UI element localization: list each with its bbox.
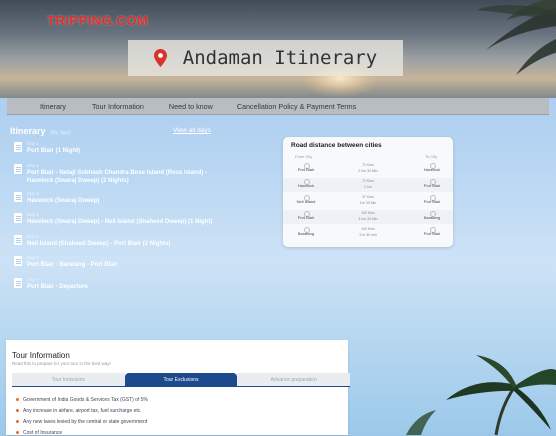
to-city: Havelock bbox=[423, 167, 441, 172]
day-title: Port Blair - Baratang - Port Blair bbox=[27, 262, 118, 268]
top-nav: Itinerary Tour Information Need to know … bbox=[7, 98, 549, 115]
distance-row: Havelock 72 Kms 2 hrs Port Blair bbox=[283, 178, 453, 192]
day-label: Day 6 bbox=[27, 255, 39, 260]
exclusion-item: Government of India Goods & Services Tax… bbox=[16, 397, 148, 403]
from-city: Neil Island bbox=[296, 199, 316, 204]
itinerary-heading: Itinerary (by day) bbox=[10, 126, 70, 136]
tab-tour-inclusions[interactable]: Tour Inclusions bbox=[12, 373, 125, 386]
itinerary-title: Itinerary bbox=[10, 126, 46, 136]
day-title: Neil Island (Shaheed Dweep) - Port Blair… bbox=[27, 241, 171, 247]
exclusion-text: Any increase in airfare, airport tax, fu… bbox=[23, 408, 142, 414]
day-title: Port Blair - Netaji Subhash Chandra Bose… bbox=[27, 170, 208, 184]
tour-information-title: Tour Information bbox=[12, 351, 70, 360]
tab-advance-preparation[interactable]: Advance preparation bbox=[237, 373, 351, 386]
distance-km: 100 Kms bbox=[361, 211, 375, 215]
exclusion-item: Any new taxes levied by the central or s… bbox=[16, 419, 147, 425]
nav-need-to-know[interactable]: Need to know bbox=[169, 102, 213, 111]
distance-km: 37 Kms bbox=[362, 195, 374, 199]
road-distance-card: Road distance between cities From City T… bbox=[283, 137, 453, 247]
travel-time: 2 hrs bbox=[364, 185, 372, 189]
day-label: Day 1 bbox=[27, 141, 39, 146]
bullet-icon bbox=[16, 431, 19, 435]
palm-tree-image bbox=[406, 355, 556, 435]
document-icon bbox=[14, 142, 22, 152]
travel-time: 2 hrs 30 Min bbox=[358, 169, 378, 173]
day-title: Port Blair (1 Night) bbox=[27, 148, 81, 154]
travel-time: 3 hrs 30 Min bbox=[358, 217, 378, 221]
itinerary-subtitle: (by day) bbox=[50, 130, 71, 136]
tour-information-card: Tour Information Read this to prepare fo… bbox=[6, 340, 351, 436]
distance-row: Port Blair 72 Kms 2 hrs 30 Min Havelock bbox=[283, 162, 453, 176]
tab-underline bbox=[12, 386, 350, 387]
document-icon bbox=[14, 192, 22, 202]
day-label: Day 2 bbox=[27, 163, 39, 168]
exclusion-item: Any increase in airfare, airport tax, fu… bbox=[16, 408, 142, 414]
distance-row: Neil Island 37 Kms 1hr 30 Min Port Blair bbox=[283, 194, 453, 208]
distance-row: Baratang 100 Kms 3 hr 30 min Port Blair bbox=[283, 226, 453, 240]
from-city: Port Blair bbox=[297, 167, 315, 172]
distance-row: Port Blair 100 Kms 3 hrs 30 Min Baratang bbox=[283, 210, 453, 224]
from-city: Port Blair bbox=[297, 215, 315, 220]
document-icon bbox=[14, 256, 22, 266]
from-city: Baratang bbox=[297, 231, 315, 236]
hero-title-box: Andaman Itinerary bbox=[128, 40, 403, 76]
exclusion-text: Cost of Insurance bbox=[23, 430, 63, 436]
day-title: Havelock (Swaraj Dweep) - Neil Island (S… bbox=[27, 219, 213, 225]
from-city-header: From City bbox=[295, 154, 313, 159]
day-title: Havelock (Swaraj Dweep) bbox=[27, 198, 100, 204]
travel-time: 3 hr 30 min bbox=[359, 233, 377, 237]
document-icon bbox=[14, 164, 22, 174]
exclusion-text: Government of India Goods & Services Tax… bbox=[23, 397, 148, 403]
distance-km: 72 Kms bbox=[362, 163, 374, 167]
to-city: Port Blair bbox=[423, 231, 441, 236]
road-distance-title: Road distance between cities bbox=[291, 142, 382, 149]
document-icon bbox=[14, 278, 22, 288]
day-label: Day 7 bbox=[27, 277, 39, 282]
distance-km: 72 Kms bbox=[362, 179, 374, 183]
map-pin-icon bbox=[153, 49, 167, 67]
day-title: Port Blair - Departure bbox=[27, 284, 88, 290]
day-label: Day 4 bbox=[27, 212, 39, 217]
from-city: Havelock bbox=[297, 183, 315, 188]
nav-itinerary[interactable]: Itinerary bbox=[40, 102, 66, 111]
site-logo[interactable]: TRIPPING.COM bbox=[47, 13, 148, 28]
view-all-days-link[interactable]: View all days bbox=[173, 127, 211, 134]
hero-banner: TRIPPING.COM Andaman Itinerary bbox=[0, 0, 556, 98]
bullet-icon bbox=[16, 398, 19, 402]
to-city: Port Blair bbox=[423, 199, 441, 204]
exclusion-item: Cost of Insurance bbox=[16, 430, 62, 436]
page-title: Andaman Itinerary bbox=[182, 47, 378, 69]
exclusion-text: Any new taxes levied by the central or s… bbox=[23, 419, 148, 425]
day-label: Day 5 bbox=[27, 234, 39, 239]
bullet-icon bbox=[16, 409, 19, 413]
to-city: Baratang bbox=[423, 215, 441, 220]
day-label: Day 3 bbox=[27, 191, 39, 196]
to-city: Port Blair bbox=[423, 183, 441, 188]
travel-time: 1hr 30 Min bbox=[359, 201, 377, 205]
palm-tree-image bbox=[476, 0, 556, 75]
tab-tour-exclusions[interactable]: Tour Exclusions bbox=[124, 373, 238, 386]
document-icon bbox=[14, 235, 22, 245]
nav-tour-information[interactable]: Tour Information bbox=[92, 102, 144, 111]
tour-information-subtitle: Read this to prepare for your tour in th… bbox=[12, 361, 111, 366]
tour-tabs: Tour Inclusions Tour Exclusions Advance … bbox=[12, 373, 351, 386]
bullet-icon bbox=[16, 420, 19, 424]
distance-km: 100 Kms bbox=[361, 227, 375, 231]
nav-cancellation-policy[interactable]: Cancellation Policy & Payment Terms bbox=[237, 102, 356, 111]
to-city-header: To City bbox=[425, 154, 438, 159]
document-icon bbox=[14, 213, 22, 223]
